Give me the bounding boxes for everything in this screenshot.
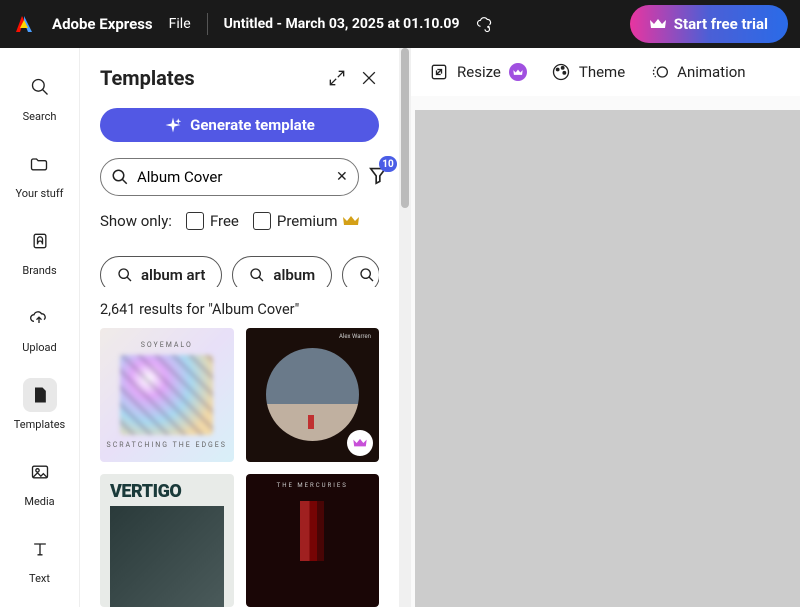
template-thumb-1[interactable]: SOYEMALO SCRATCHING THE EDGES: [100, 328, 234, 462]
upload-icon: [29, 308, 49, 328]
canvas-area: Resize Theme Animation: [411, 48, 800, 607]
canvas-toolbar: Resize Theme Animation: [411, 48, 800, 96]
search-icon: [30, 77, 50, 97]
animation-button[interactable]: Animation: [649, 62, 745, 82]
premium-checkbox[interactable]: Premium: [253, 212, 360, 230]
chip-album-art[interactable]: album art: [100, 256, 222, 287]
filter-count-badge: 10: [379, 156, 396, 172]
search-icon: [117, 267, 133, 283]
text-icon: [30, 539, 50, 559]
chip-album[interactable]: album: [232, 256, 332, 287]
document-title[interactable]: Untitled - March 03, 2025 at 01.10.09: [224, 16, 460, 32]
cloud-sync-icon[interactable]: [476, 15, 494, 33]
premium-badge: [509, 63, 527, 81]
expand-icon[interactable]: [327, 68, 347, 88]
filter-button[interactable]: 10: [367, 164, 389, 190]
resize-button[interactable]: Resize: [429, 62, 527, 82]
canvas-body[interactable]: [415, 110, 800, 607]
crown-icon: [343, 215, 359, 227]
media-icon: [30, 462, 50, 482]
search-icon: [359, 267, 375, 283]
search-icon: [249, 267, 265, 283]
nav-your-stuff[interactable]: Your stuff: [15, 143, 63, 212]
crown-icon: [650, 18, 666, 30]
show-only-label: Show only:: [100, 212, 172, 230]
trial-label: Start free trial: [674, 15, 768, 33]
brand-name: Adobe Express: [52, 15, 153, 33]
nav-media[interactable]: Media: [23, 451, 57, 520]
template-thumb-2[interactable]: Alex Warren: [246, 328, 380, 462]
scroll-thumb[interactable]: [401, 48, 409, 208]
template-thumb-4[interactable]: THE MERCURIES: [246, 474, 380, 607]
nav-brands[interactable]: Brands: [22, 220, 56, 289]
search-field-wrap[interactable]: ✕: [100, 158, 359, 196]
brands-icon: [30, 231, 50, 251]
nav-templates[interactable]: Templates: [14, 374, 65, 443]
templates-panel: Templates Generate template ✕ 10 Show on…: [79, 48, 399, 607]
premium-badge: [347, 430, 373, 456]
search-input[interactable]: [137, 168, 336, 186]
close-icon[interactable]: [359, 68, 379, 88]
adobe-logo-icon: [12, 12, 36, 36]
panel-title: Templates: [100, 66, 195, 90]
nav-upload[interactable]: Upload: [22, 297, 56, 366]
nav-text[interactable]: Text: [23, 528, 57, 597]
free-checkbox[interactable]: Free: [186, 212, 239, 230]
results-count-text: 2,641 results for "Album Cover": [100, 301, 379, 318]
folder-icon: [29, 154, 49, 174]
divider: [207, 13, 208, 35]
chip-overflow[interactable]: [342, 256, 379, 287]
start-trial-button[interactable]: Start free trial: [630, 5, 788, 43]
top-bar: Adobe Express File Untitled - March 03, …: [0, 0, 800, 48]
theme-button[interactable]: Theme: [551, 62, 625, 82]
animation-icon: [649, 62, 669, 82]
sparkle-icon: [164, 116, 182, 134]
templates-icon: [30, 385, 50, 405]
template-thumb-3[interactable]: VERTIGO: [100, 474, 234, 607]
file-menu[interactable]: File: [169, 16, 191, 32]
left-nav: Search Your stuff Brands Upload Template…: [0, 48, 79, 607]
crown-icon: [353, 438, 367, 448]
panel-scrollbar[interactable]: [399, 48, 411, 607]
clear-search-button[interactable]: ✕: [336, 169, 348, 185]
search-icon: [111, 168, 129, 186]
theme-icon: [551, 62, 571, 82]
nav-search[interactable]: Search: [23, 66, 57, 135]
generate-template-button[interactable]: Generate template: [100, 108, 379, 142]
resize-icon: [429, 62, 449, 82]
